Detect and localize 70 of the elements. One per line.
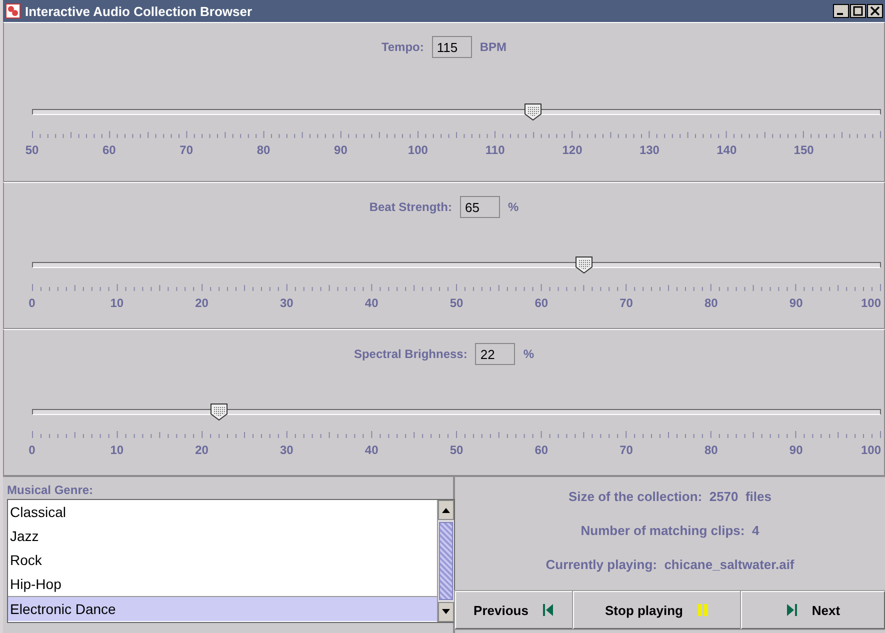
tick-label: 50	[450, 296, 464, 310]
value-field[interactable]: 65	[460, 196, 500, 218]
scrollbar[interactable]	[437, 500, 454, 622]
tick-label: 80	[704, 443, 718, 457]
info-text: Size of the collection: 2570 files	[568, 489, 772, 504]
tick-label: 120	[562, 143, 582, 157]
up-arrow-icon	[442, 507, 450, 513]
slider-label: Beat Strength:	[369, 200, 452, 214]
unit-label: %	[523, 347, 534, 361]
maximize-button[interactable]	[850, 4, 866, 18]
tick-label: 60	[534, 443, 548, 457]
tick-label: 30	[280, 296, 294, 310]
tick-label: 130	[639, 143, 660, 157]
tick-label: 100	[860, 443, 881, 457]
next-button[interactable]: Next	[741, 591, 885, 629]
scroll-down-button[interactable]	[438, 602, 454, 622]
list-label: Musical Genre:	[7, 482, 94, 499]
info-text: Number of matching clips: 4	[580, 523, 760, 538]
tick-label: 20	[195, 296, 208, 310]
tick-label: 60	[534, 296, 548, 310]
maximize-icon	[853, 6, 863, 16]
pause-icon	[697, 603, 709, 617]
tick-label: 0	[28, 443, 36, 457]
slider-thumb[interactable]	[524, 103, 542, 121]
minimize-icon	[837, 13, 843, 15]
info-text: Currently playing: chicane_saltwater.aif	[546, 557, 794, 572]
skip-forward-icon	[786, 603, 798, 617]
unit-label: %	[508, 200, 519, 214]
app-icon	[5, 3, 21, 19]
tick-label: 80	[256, 143, 270, 157]
tick-label: 40	[364, 296, 378, 310]
tick-label: 90	[334, 143, 348, 157]
previous-button[interactable]: Previous	[455, 591, 573, 629]
down-arrow-icon	[442, 609, 450, 615]
tick-label: 60	[102, 143, 116, 157]
skip-back-icon	[542, 603, 554, 617]
tick-label: 10	[110, 296, 124, 310]
stop-button[interactable]: Stop playing	[573, 591, 741, 629]
slider-label: Spectral Brighness:	[354, 347, 468, 361]
scroll-up-button[interactable]	[438, 500, 454, 520]
slider-label: Tempo:	[381, 40, 424, 54]
minimize-button[interactable]	[833, 4, 849, 18]
tick-label: 0	[28, 296, 36, 310]
tick-label: 10	[110, 443, 124, 457]
close-icon	[870, 6, 880, 16]
list-item[interactable]: Electronic Dance	[8, 596, 437, 621]
tick-label: 100	[408, 143, 428, 157]
tick-label: 50	[25, 143, 39, 157]
tick-label: 140	[716, 143, 737, 157]
tick-label: 80	[704, 296, 718, 310]
tick-label: 70	[180, 143, 194, 157]
tick-label: 40	[364, 443, 378, 457]
close-button[interactable]	[867, 4, 883, 18]
tick-label: 110	[485, 143, 505, 157]
scroll-thumb[interactable]	[439, 522, 453, 600]
value-field[interactable]: 115	[432, 36, 472, 58]
tick-label: 50	[450, 443, 464, 457]
tick-label: 70	[620, 443, 633, 457]
tick-label: 90	[789, 443, 803, 457]
tick-label: 70	[620, 296, 633, 310]
value-field[interactable]: 22	[475, 343, 516, 365]
tick-label: 90	[789, 296, 803, 310]
slider-thumb[interactable]	[574, 256, 593, 274]
tick-label: 30	[280, 443, 294, 457]
tick-label: 100	[860, 296, 881, 310]
slider-thumb[interactable]	[210, 403, 228, 421]
tick-label: 150	[794, 143, 814, 157]
window-title: Interactive Audio Collection Browser	[25, 4, 254, 18]
unit-label: BPM	[480, 40, 507, 54]
tick-label: 20	[195, 443, 208, 457]
